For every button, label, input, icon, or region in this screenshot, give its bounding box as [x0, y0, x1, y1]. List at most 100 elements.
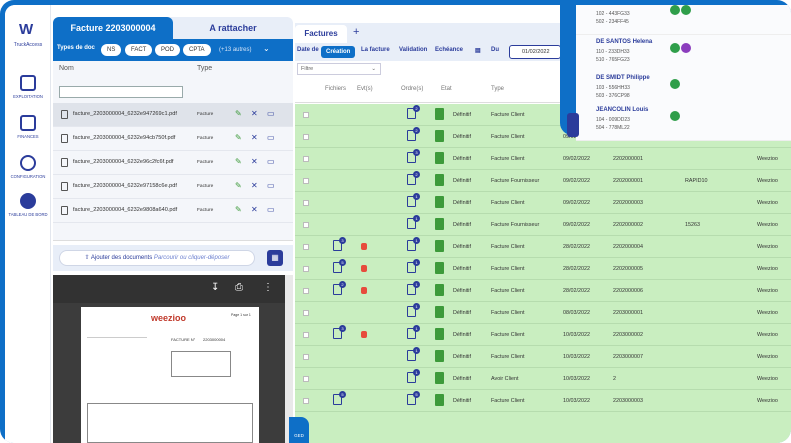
tab-facture[interactable]: Facture 2203000004 — [53, 17, 173, 39]
unlink-icon[interactable]: ✕ — [251, 109, 258, 118]
echeance-toggle[interactable]: Echéance — [435, 47, 463, 53]
document-type: Facture — [197, 208, 214, 213]
delete-icon[interactable]: ▭ — [267, 205, 275, 214]
col-type[interactable]: Type — [491, 86, 504, 92]
docs-tabs: Facture 2203000004 A rattacher — [53, 17, 293, 39]
row-checkbox[interactable] — [303, 354, 309, 360]
chevron-down-icon[interactable]: ⌄ — [263, 44, 270, 53]
nav-finances[interactable]: FINANCES — [5, 115, 51, 139]
type-text: Facture Client — [491, 266, 525, 272]
row-checkbox[interactable] — [303, 310, 309, 316]
event-icon[interactable] — [361, 331, 367, 338]
calendar-icon[interactable]: ▤ — [475, 47, 481, 54]
unlink-icon[interactable]: ✕ — [251, 181, 258, 190]
chip-cpta[interactable]: CPTA — [183, 44, 211, 56]
invoice-row[interactable]: 1 Définitif Avoir Client 10/03/2022 2 Weezioo — [295, 368, 791, 390]
invoice-row[interactable]: 1 Définitif Facture Client 10/03/2022 220300… — [295, 346, 791, 368]
delete-icon[interactable]: ▭ — [267, 133, 275, 142]
chip-more[interactable]: (+13 autres) — [213, 44, 258, 56]
edit-icon[interactable]: ✎ — [235, 205, 242, 214]
status-icon — [435, 350, 444, 362]
tab-factures[interactable]: Factures — [295, 25, 347, 43]
row-checkbox[interactable] — [303, 398, 309, 404]
col-fichiers[interactable]: Fichiers — [325, 86, 346, 92]
validation-toggle[interactable]: Validation — [399, 47, 427, 53]
invoice-row[interactable]: 1 Définitif Facture Client 09/02/2022 220200… — [295, 192, 791, 214]
status-icon — [435, 372, 444, 384]
grid-view-button[interactable]: ▦ — [267, 250, 283, 266]
row-checkbox[interactable] — [303, 200, 309, 206]
number-text: 2202000005 — [613, 266, 643, 272]
row-checkbox[interactable] — [303, 376, 309, 382]
col-evts[interactable]: Evt(s) — [357, 86, 373, 92]
edit-icon[interactable]: ✎ — [235, 133, 242, 142]
row-checkbox[interactable] — [303, 112, 309, 118]
chip-fact[interactable]: FACT — [125, 44, 153, 56]
status-text: Définitif — [453, 398, 471, 404]
invoice-row[interactable]: 5 5 Définitif Facture Client 10/03/2022 22030… — [295, 390, 791, 412]
document-row[interactable]: facture_2203000004_6232e96c2fc6f.pdf Fac… — [53, 151, 293, 175]
edit-icon[interactable]: ✎ — [235, 181, 242, 190]
row-checkbox[interactable] — [303, 288, 309, 294]
nav-exploitation[interactable]: EXPLOITATION — [5, 75, 51, 99]
document-row[interactable]: facture_2203000004_6232e9808a640.pdf Fac… — [53, 199, 293, 223]
row-checkbox[interactable] — [303, 156, 309, 162]
popup-toggle-tab[interactable] — [567, 113, 579, 137]
driver-row[interactable]: JEANCOLIN Louis 104 - 009DD23 504 - 778ML2… — [576, 103, 791, 141]
event-icon[interactable] — [361, 287, 367, 294]
event-icon[interactable] — [361, 265, 367, 272]
facture-toggle[interactable]: La facture — [361, 47, 390, 53]
row-checkbox[interactable] — [303, 266, 309, 272]
creation-toggle[interactable]: Création — [321, 46, 356, 58]
delete-icon[interactable]: ▭ — [267, 109, 275, 118]
invoice-row[interactable]: 5 1 Définitif Facture Client 28/02/2022 22020… — [295, 258, 791, 280]
document-row[interactable]: facture_2203000004_6232e97158c6e.pdf Fac… — [53, 175, 293, 199]
event-icon[interactable] — [361, 243, 367, 250]
nav-configuration[interactable]: CONFIGURATION — [5, 155, 51, 179]
driver-row[interactable]: DE SANTOS Helena 110 - 233DH33 510 - 765FG… — [576, 35, 791, 73]
nav-dashboard[interactable]: TABLEAU DE BORD — [5, 193, 51, 217]
invoice-row[interactable]: 1 Définitif Facture Client 08/03/2022 220300… — [295, 302, 791, 324]
row-checkbox[interactable] — [303, 244, 309, 250]
delete-icon[interactable]: ▭ — [267, 181, 275, 190]
col-etat[interactable]: Etat — [441, 86, 452, 92]
add-tab-button[interactable]: + — [353, 26, 359, 38]
unlink-icon[interactable]: ✕ — [251, 157, 258, 166]
row-checkbox[interactable] — [303, 332, 309, 338]
more-icon[interactable]: ⋮ — [263, 282, 273, 293]
row-checkbox[interactable] — [303, 222, 309, 228]
chip-ns[interactable]: NS — [101, 44, 122, 56]
filter-select[interactable]: Filtre ⌄ — [297, 63, 381, 75]
invoice-row[interactable]: 2 1 Définitif Facture Client 28/02/2022 22020… — [295, 280, 791, 302]
delete-icon[interactable]: ▭ — [267, 157, 275, 166]
row-checkbox[interactable] — [303, 178, 309, 184]
order-count-badge: 1 — [413, 281, 420, 288]
row-checkbox[interactable] — [303, 134, 309, 140]
invoice-row[interactable]: 3 1 Définitif Facture Client 10/03/2022 22030… — [295, 324, 791, 346]
col-ordres[interactable]: Ordre(s) — [401, 86, 423, 92]
chip-pod[interactable]: POD — [155, 44, 181, 56]
document-row[interactable]: facture_2203000004_6232e947269c1.pdf Fac… — [53, 103, 293, 127]
status-icon — [435, 262, 444, 274]
file-icon — [61, 158, 68, 167]
ged-tab[interactable]: GED — [289, 417, 309, 443]
invoice-row[interactable]: 1 Définitif Facture Fournisseur 09/02/2022 2… — [295, 214, 791, 236]
invoice-row[interactable]: 3 Définitif Facture Client 09/02/2022 220200… — [295, 148, 791, 170]
edit-icon[interactable]: ✎ — [235, 109, 242, 118]
pdf-viewer: ↧ ⎙ ⋮ weezioo Page 1 sur 1 FACTURE N° 22… — [53, 275, 285, 443]
name-search-input[interactable] — [59, 86, 183, 98]
document-row[interactable]: facture_2203000004_6232e94cb750f.pdf Fac… — [53, 127, 293, 151]
invoice-row[interactable]: 3 1 Définitif Facture Client 28/02/2022 22020… — [295, 236, 791, 258]
date-from-input[interactable]: 01/02/2022 — [509, 45, 561, 59]
driver-row[interactable]: 102 - 443FG33 502 - 234FF45 — [576, 5, 791, 35]
add-documents-button[interactable]: ⇧ Ajouter des documents Parcourir ou cli… — [59, 250, 255, 266]
app-window: W TruckAccess EXPLOITATION FINANCES CONF… — [5, 5, 791, 443]
unlink-icon[interactable]: ✕ — [251, 205, 258, 214]
print-icon[interactable]: ⎙ — [235, 282, 243, 293]
unlink-icon[interactable]: ✕ — [251, 133, 258, 142]
number-text: 2203000002 — [613, 332, 643, 338]
invoice-row[interactable]: 2 Définitif Facture Fournisseur 09/02/2022 2… — [295, 170, 791, 192]
tab-a-rattacher[interactable]: A rattacher — [173, 17, 293, 39]
download-icon[interactable]: ↧ — [211, 282, 219, 293]
edit-icon[interactable]: ✎ — [235, 157, 242, 166]
